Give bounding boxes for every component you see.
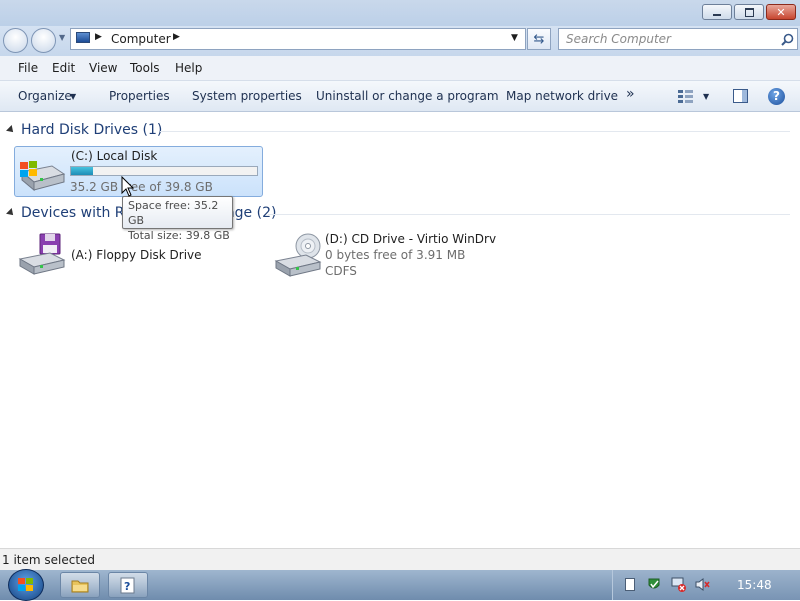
action-center-icon[interactable] bbox=[625, 578, 635, 591]
more-commands-button[interactable]: » bbox=[626, 86, 635, 102]
group-divider bbox=[160, 131, 790, 132]
taskbar-help-button[interactable]: ? bbox=[108, 572, 148, 598]
security-flag-icon[interactable] bbox=[647, 577, 661, 592]
help-document-icon: ? bbox=[120, 577, 135, 593]
computer-icon bbox=[76, 32, 90, 43]
volume-muted-icon[interactable] bbox=[695, 577, 711, 592]
minimize-icon bbox=[713, 13, 721, 16]
svg-text:?: ? bbox=[124, 580, 130, 593]
address-row: ▼ ▶ Computer ▶ ▼ ⇆ Search Computer bbox=[0, 26, 800, 56]
uninstall-program-button[interactable]: Uninstall or change a program bbox=[316, 89, 499, 103]
refresh-button[interactable]: ⇆ bbox=[527, 28, 551, 50]
menu-edit[interactable]: Edit bbox=[52, 61, 75, 75]
title-bar: ✕ bbox=[0, 0, 800, 26]
drive-filesystem-d: CDFS bbox=[325, 264, 357, 278]
refresh-icon: ⇆ bbox=[533, 31, 545, 47]
search-icon[interactable] bbox=[781, 33, 794, 46]
forward-button[interactable] bbox=[31, 28, 56, 53]
restore-button[interactable] bbox=[734, 4, 764, 20]
collapse-group-icon[interactable] bbox=[6, 125, 16, 135]
tooltip-total-size: Total size: 39.8 GB bbox=[128, 229, 230, 242]
cd-drive-icon bbox=[274, 233, 322, 277]
system-tray: 15:48 bbox=[612, 570, 800, 600]
system-properties-button[interactable]: System properties bbox=[192, 89, 302, 103]
local-disk-icon bbox=[20, 161, 66, 192]
breadcrumb-arrow-icon[interactable]: ▶ bbox=[173, 32, 180, 42]
back-button[interactable] bbox=[3, 28, 28, 53]
help-icon[interactable]: ? bbox=[768, 88, 785, 105]
clock[interactable]: 15:48 bbox=[737, 578, 772, 592]
collapse-group-icon[interactable] bbox=[6, 208, 16, 218]
restore-icon bbox=[744, 7, 754, 17]
recent-pages-icon[interactable]: ▼ bbox=[59, 33, 65, 42]
change-view-icon[interactable] bbox=[678, 89, 694, 103]
command-bar: Organize ▼ Properties System properties … bbox=[0, 81, 800, 112]
menu-bar: File Edit View Tools Help bbox=[0, 56, 800, 81]
address-bar[interactable]: ▶ Computer ▶ ▼ bbox=[70, 28, 526, 50]
floppy-drive-icon bbox=[18, 233, 66, 275]
windows-logo-icon bbox=[18, 578, 33, 591]
search-input[interactable]: Search Computer bbox=[558, 28, 798, 50]
drive-name-c: (C:) Local Disk bbox=[71, 149, 158, 163]
network-icon[interactable] bbox=[671, 577, 687, 592]
breadcrumb-arrow-icon[interactable]: ▶ bbox=[95, 32, 102, 42]
minimize-button[interactable] bbox=[702, 4, 732, 20]
preview-pane-icon[interactable] bbox=[733, 89, 748, 103]
view-dropdown-icon[interactable]: ▼ bbox=[703, 92, 709, 101]
start-button[interactable] bbox=[8, 569, 44, 601]
mouse-cursor-icon bbox=[121, 176, 135, 197]
capacity-bar-fill bbox=[71, 167, 93, 175]
drive-name-d: (D:) CD Drive - Virtio WinDrv bbox=[325, 232, 497, 246]
close-button[interactable]: ✕ bbox=[766, 4, 796, 20]
properties-button[interactable]: Properties bbox=[109, 89, 170, 103]
tooltip-space-free: Space free: 35.2 GB bbox=[128, 199, 219, 227]
address-dropdown-icon[interactable]: ▼ bbox=[511, 33, 518, 43]
drive-free-c: 35.2 GB free of 39.8 GB bbox=[70, 180, 213, 194]
group-divider bbox=[268, 214, 790, 215]
menu-view[interactable]: View bbox=[89, 61, 117, 75]
menu-help[interactable]: Help bbox=[175, 61, 202, 75]
drive-tooltip: Space free: 35.2 GB Total size: 39.8 GB bbox=[122, 196, 233, 242]
organize-dropdown-icon[interactable]: ▼ bbox=[70, 92, 76, 101]
map-network-drive-button[interactable]: Map network drive bbox=[506, 89, 618, 103]
capacity-bar bbox=[70, 166, 258, 176]
taskbar-explorer-button[interactable] bbox=[60, 572, 100, 598]
drive-name-a: (A:) Floppy Disk Drive bbox=[71, 248, 202, 262]
menu-tools[interactable]: Tools bbox=[130, 61, 160, 75]
folder-icon bbox=[71, 580, 89, 592]
menu-file[interactable]: File bbox=[18, 61, 38, 75]
close-icon: ✕ bbox=[776, 5, 786, 19]
drive-free-d: 0 bytes free of 3.91 MB bbox=[325, 248, 466, 262]
organize-button[interactable]: Organize bbox=[18, 89, 72, 103]
group-header-hard-disks[interactable]: Hard Disk Drives (1) bbox=[21, 122, 162, 138]
status-bar: 1 item selected bbox=[0, 548, 800, 571]
breadcrumb-computer[interactable]: Computer bbox=[111, 32, 171, 46]
status-text: 1 item selected bbox=[2, 553, 96, 567]
search-placeholder: Search Computer bbox=[566, 32, 671, 46]
